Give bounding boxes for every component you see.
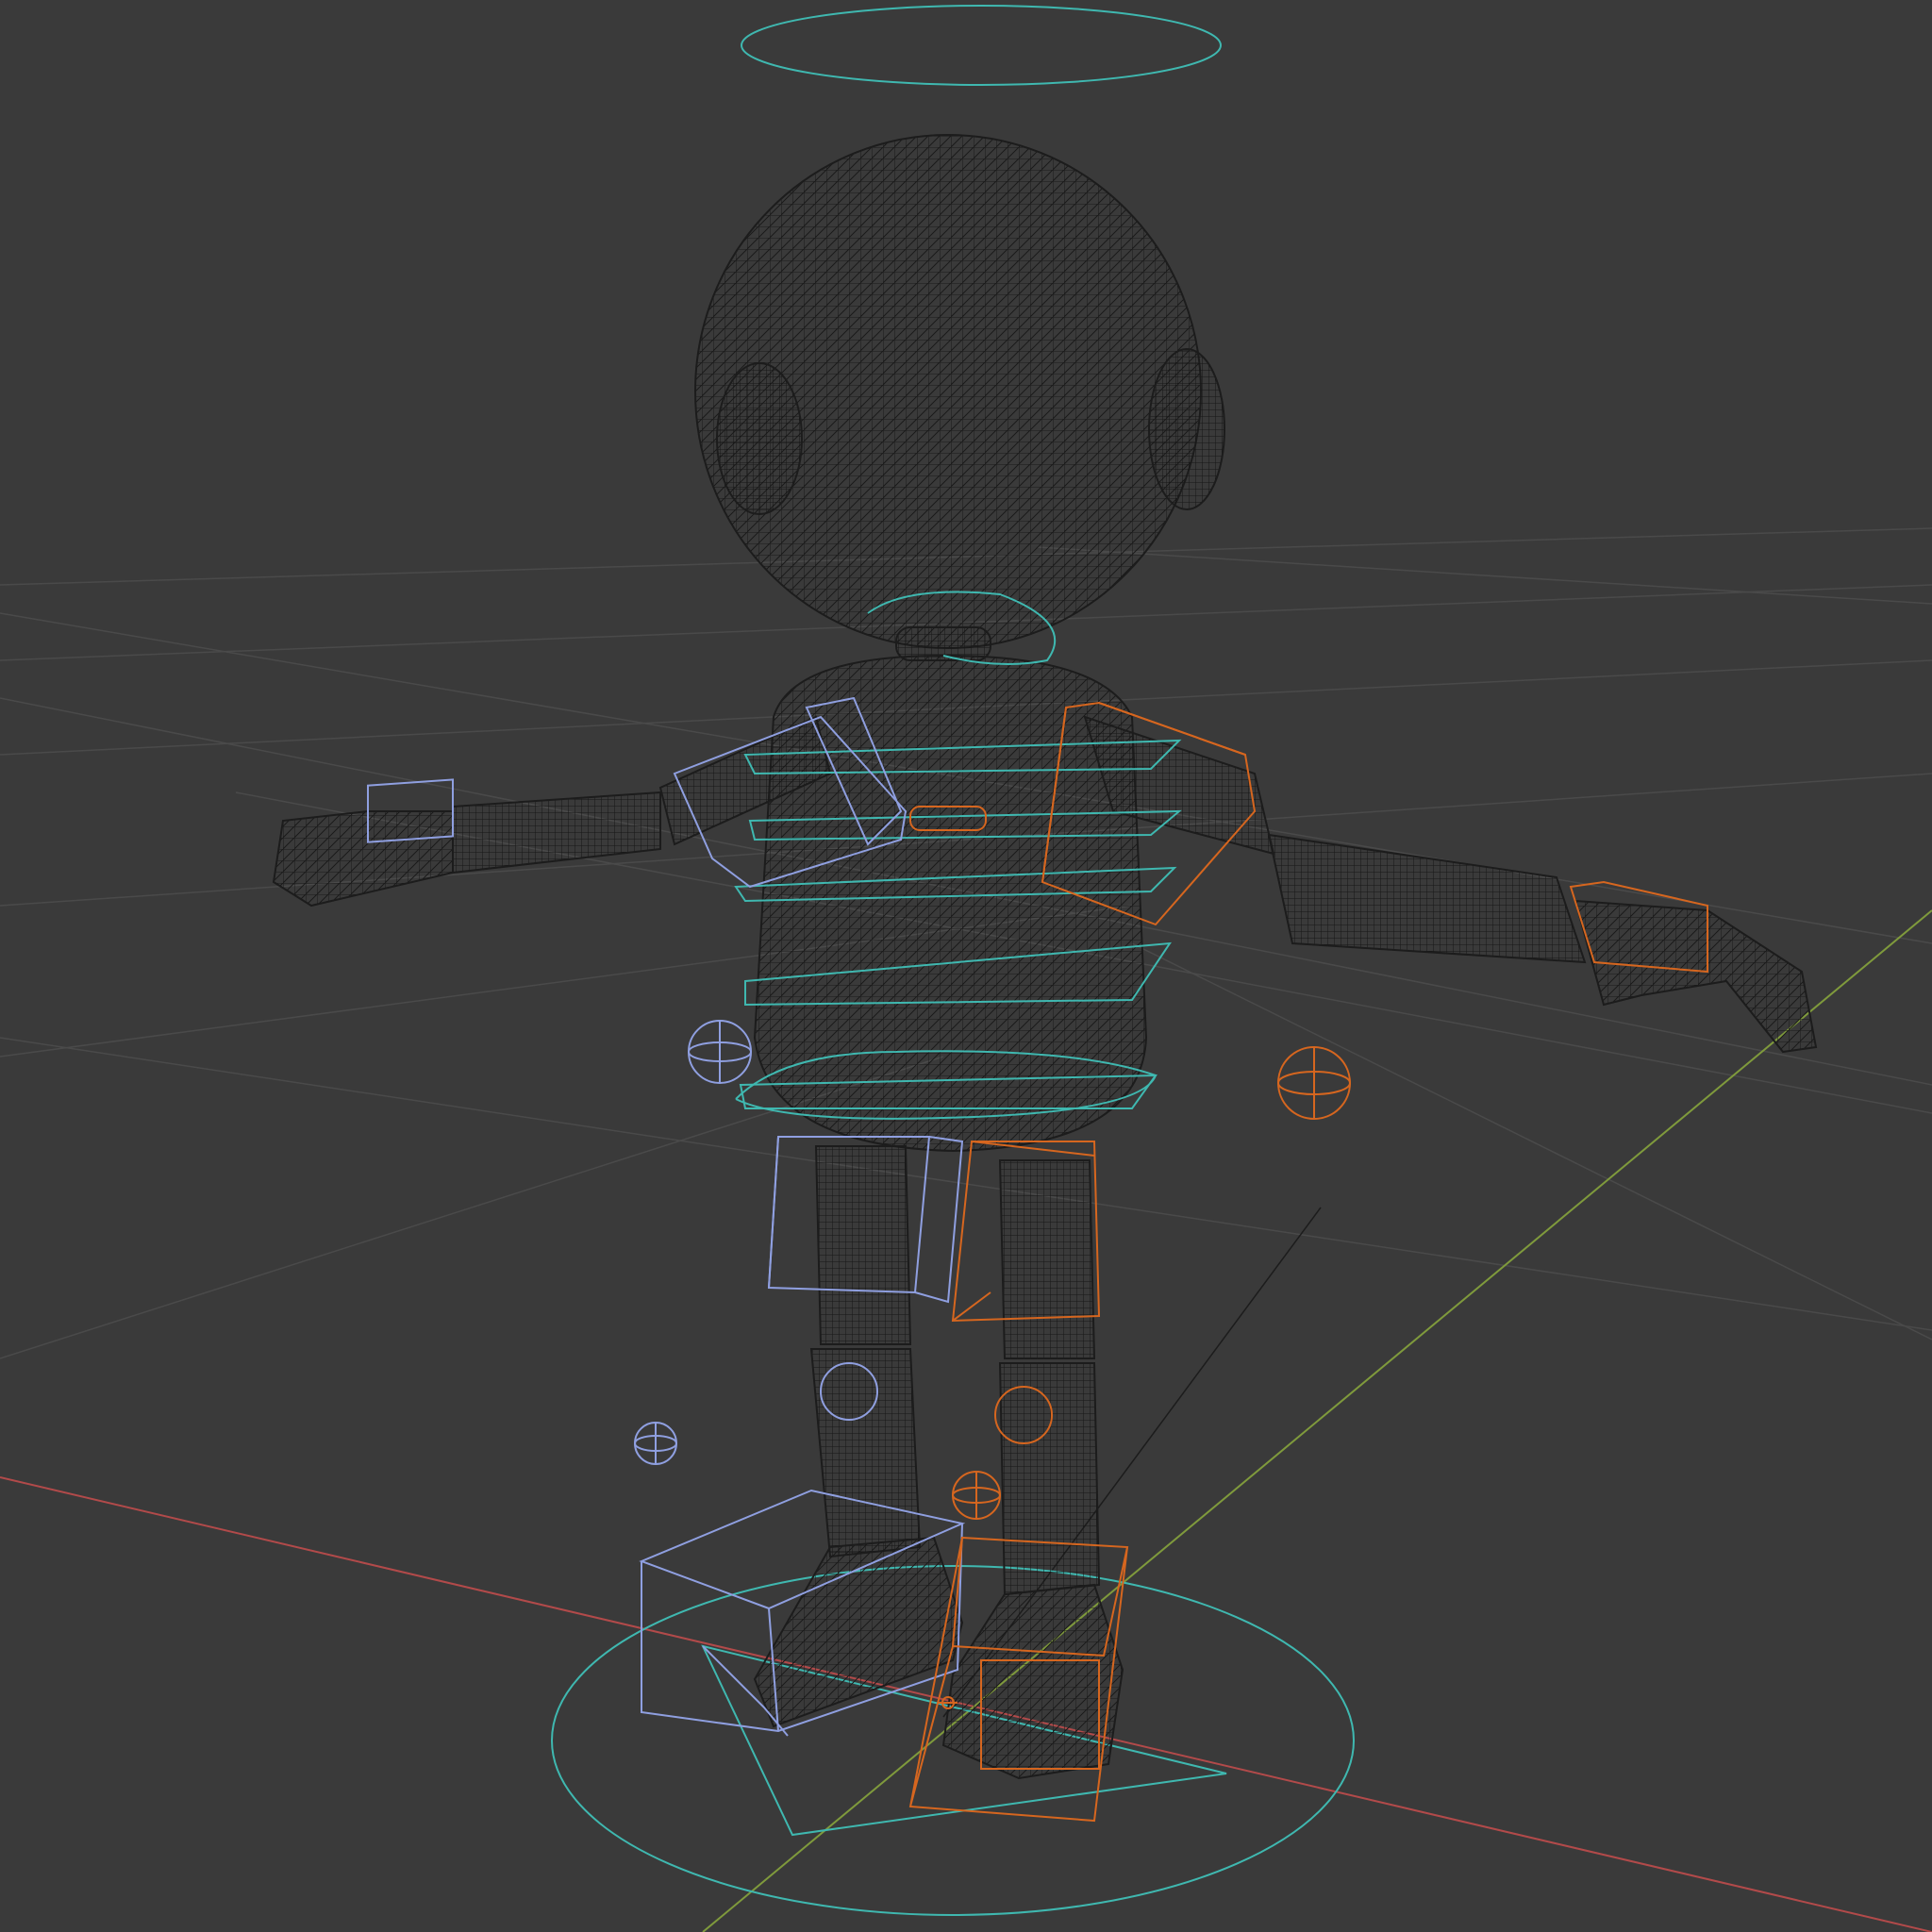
left-ear-mesh bbox=[716, 362, 803, 515]
right-forearm-mesh bbox=[1267, 833, 1587, 964]
right-shin-mesh bbox=[998, 1362, 1101, 1596]
right-thigh-mesh bbox=[998, 1159, 1096, 1359]
head-top-control[interactable] bbox=[741, 5, 1222, 86]
3d-viewport[interactable] bbox=[0, 0, 1932, 1932]
right-ear-mesh bbox=[1148, 348, 1225, 510]
character-mesh[interactable] bbox=[272, 134, 1818, 1780]
right-hand-mesh bbox=[1574, 899, 1818, 1054]
left-shin-mesh bbox=[809, 1348, 922, 1558]
right-foot-mesh bbox=[941, 1583, 1124, 1780]
left-hand-mesh bbox=[272, 810, 454, 908]
left-forearm-mesh bbox=[452, 791, 661, 874]
left-thigh-mesh bbox=[814, 1145, 912, 1345]
viewport-canvas[interactable] bbox=[0, 0, 1932, 1932]
